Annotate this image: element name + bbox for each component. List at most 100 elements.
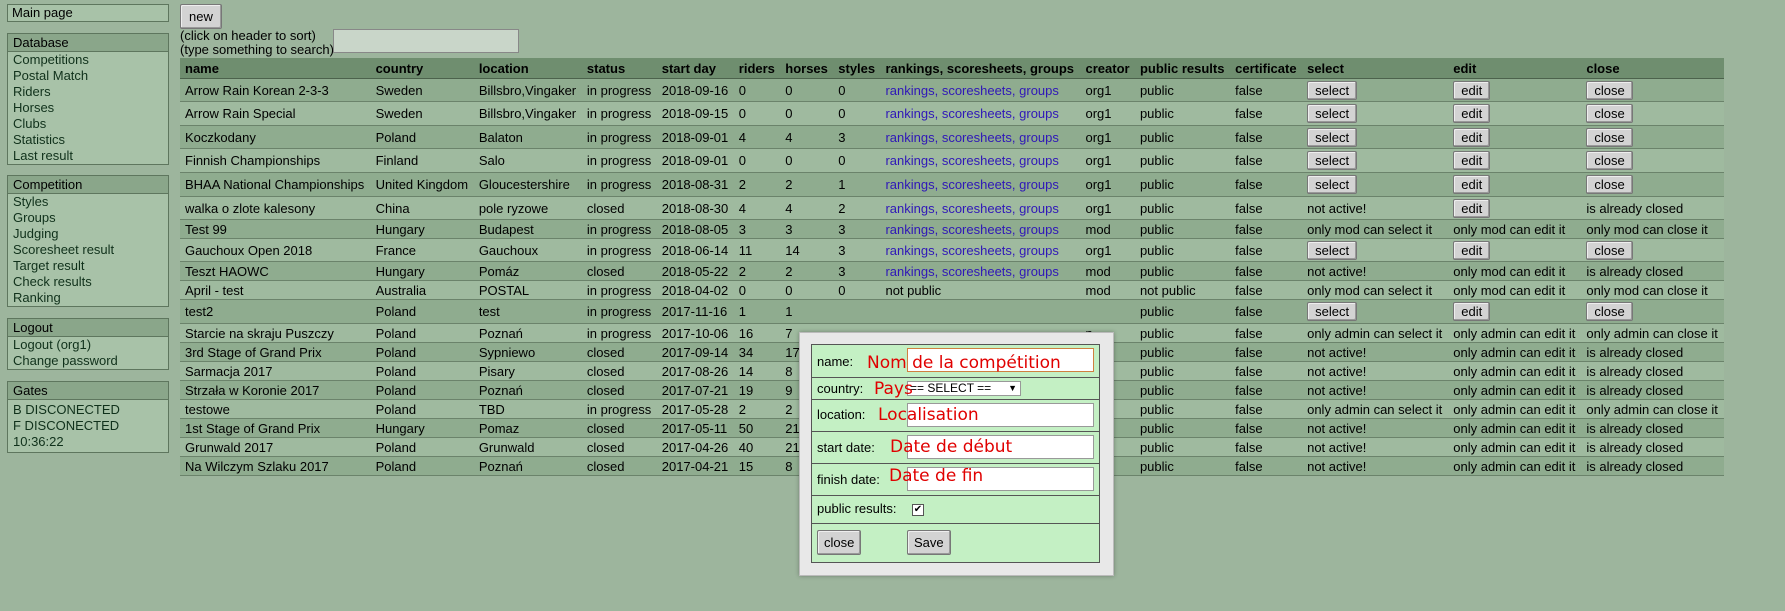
table-cell: rankings, scoresheets, groups xyxy=(880,148,1081,173)
table-cell: edit xyxy=(1448,125,1582,149)
sidebar-database-item-3[interactable]: Horses xyxy=(8,100,168,116)
finish-date-row: finish date: Date de fin xyxy=(812,464,1099,496)
table-cell: not active! xyxy=(1302,196,1449,220)
table-cell: false xyxy=(1230,148,1303,173)
sidebar-database-item-2[interactable]: Riders xyxy=(8,84,168,100)
table-cell: 2017-04-26 xyxy=(656,437,734,457)
select-button[interactable]: select xyxy=(1307,127,1358,147)
table-cell: edit xyxy=(1448,78,1582,102)
sidebar-database-item-1[interactable]: Postal Match xyxy=(8,68,168,84)
rankings-link[interactable]: rankings, scoresheets, groups xyxy=(885,264,1058,279)
table-cell: is already closed xyxy=(1581,437,1724,457)
new-competition-button[interactable]: new xyxy=(180,4,222,29)
save-button[interactable]: Save xyxy=(907,530,951,555)
table-cell: Billsbro,Vingaker xyxy=(473,78,582,102)
sidebar-competition-item-4[interactable]: Target result xyxy=(8,258,168,274)
edit-button[interactable]: edit xyxy=(1453,198,1491,218)
column-header[interactable]: certificate xyxy=(1230,58,1303,79)
column-header[interactable]: country xyxy=(370,58,474,79)
sidebar-logout-item-0[interactable]: Logout (org1) xyxy=(8,337,168,353)
column-header[interactable]: edit xyxy=(1448,58,1582,79)
column-header[interactable]: select xyxy=(1302,58,1449,79)
column-header[interactable]: styles xyxy=(833,58,881,79)
rankings-link[interactable]: rankings, scoresheets, groups xyxy=(885,243,1058,258)
close-button[interactable]: close xyxy=(1586,104,1633,123)
table-cell: only mod can select it xyxy=(1302,219,1449,239)
table-cell: 2018-08-05 xyxy=(656,219,734,239)
country-select[interactable]: == SELECT == ▼ xyxy=(907,381,1021,396)
table-cell: 1 xyxy=(733,299,781,324)
search-hint: (type something to search) xyxy=(180,42,334,57)
sidebar-competition-item-6[interactable]: Ranking xyxy=(8,290,168,306)
close-button[interactable]: close xyxy=(1586,240,1633,260)
close-button[interactable]: close xyxy=(1586,151,1633,170)
edit-button[interactable]: edit xyxy=(1453,240,1491,260)
table-row: Arrow Rain Korean 2-3-3 Sweden Billsbro,Vi… xyxy=(180,78,1724,102)
close-button[interactable]: close xyxy=(1586,80,1633,100)
column-header[interactable]: public results xyxy=(1134,58,1231,79)
table-row: test2 Poland test in progress 2017-11-16 1 1 pu… xyxy=(180,299,1724,324)
table-row: Teszt HAOWC Hungary Pomáz closed 2018-05-22 2… xyxy=(180,261,1724,281)
sidebar-competition-item-5[interactable]: Check results xyxy=(8,274,168,290)
edit-button[interactable]: edit xyxy=(1453,302,1491,321)
rankings-link[interactable]: rankings, scoresheets, groups xyxy=(885,130,1058,145)
table-cell: select xyxy=(1302,101,1449,126)
column-header[interactable]: creator xyxy=(1080,58,1135,79)
table-cell: 16 xyxy=(733,323,781,343)
close-dialog-button[interactable]: close xyxy=(817,530,862,555)
rankings-link[interactable]: rankings, scoresheets, groups xyxy=(885,177,1058,192)
select-button[interactable]: select xyxy=(1307,151,1358,170)
select-button[interactable]: select xyxy=(1307,302,1358,321)
column-header[interactable]: location xyxy=(473,58,582,79)
sidebar-database-item-5[interactable]: Statistics xyxy=(8,132,168,148)
table-cell: 2018-09-01 xyxy=(656,125,734,149)
edit-button[interactable]: edit xyxy=(1453,127,1491,147)
sidebar-database-item-0[interactable]: Competitions xyxy=(8,52,168,68)
table-row: Gauchoux Open 2018 France Gauchoux in progr… xyxy=(180,238,1724,262)
sidebar-competition-item-1[interactable]: Groups xyxy=(8,210,168,226)
select-button[interactable]: select xyxy=(1307,80,1358,100)
column-header[interactable]: close xyxy=(1581,58,1724,79)
table-cell: 14 xyxy=(780,238,834,262)
column-header[interactable]: name xyxy=(180,58,371,79)
select-button[interactable]: select xyxy=(1307,175,1358,194)
close-button[interactable]: close xyxy=(1586,175,1633,194)
column-header[interactable]: status xyxy=(581,58,657,79)
table-cell: in progress xyxy=(581,299,657,324)
table-cell: Grunwald xyxy=(473,437,582,457)
column-header[interactable]: start day xyxy=(656,58,734,79)
select-button[interactable]: select xyxy=(1307,104,1358,123)
table-cell: rankings, scoresheets, groups xyxy=(880,125,1081,149)
search-input[interactable] xyxy=(333,29,519,53)
sidebar-competition-item-3[interactable]: Scoresheet result xyxy=(8,242,168,258)
sidebar-competition-item-2[interactable]: Judging xyxy=(8,226,168,242)
table-cell: select xyxy=(1302,78,1449,102)
public-results-checkbox[interactable]: ✔ xyxy=(912,504,924,516)
table-cell: Teszt HAOWC xyxy=(180,261,371,281)
column-header[interactable]: horses xyxy=(780,58,834,79)
sidebar-logout-item-1[interactable]: Change password xyxy=(8,353,168,369)
close-button[interactable]: close xyxy=(1586,302,1633,321)
rankings-link[interactable]: rankings, scoresheets, groups xyxy=(885,83,1058,98)
table-cell: mod xyxy=(1080,219,1135,239)
select-button[interactable]: select xyxy=(1307,240,1358,260)
close-button[interactable]: close xyxy=(1586,127,1633,147)
logout-menu: Logout Logout (org1) Change password xyxy=(7,318,169,370)
rankings-link[interactable]: rankings, scoresheets, groups xyxy=(885,222,1058,237)
rankings-link[interactable]: rankings, scoresheets, groups xyxy=(885,153,1058,168)
column-header[interactable]: rankings, scoresheets, groups xyxy=(880,58,1081,79)
sidebar-competition-item-0[interactable]: Styles xyxy=(8,194,168,210)
column-header[interactable]: riders xyxy=(733,58,781,79)
rankings-link[interactable]: rankings, scoresheets, groups xyxy=(885,106,1058,121)
edit-button[interactable]: edit xyxy=(1453,151,1491,170)
table-cell: 14 xyxy=(733,361,781,381)
sidebar-database-item-4[interactable]: Clubs xyxy=(8,116,168,132)
table-cell: 2017-09-14 xyxy=(656,342,734,362)
table-cell: close xyxy=(1581,125,1724,149)
edit-button[interactable]: edit xyxy=(1453,175,1491,194)
edit-button[interactable]: edit xyxy=(1453,104,1491,123)
sidebar-main-page-link[interactable]: Main page xyxy=(7,4,169,22)
rankings-link[interactable]: rankings, scoresheets, groups xyxy=(885,201,1058,216)
edit-button[interactable]: edit xyxy=(1453,80,1491,100)
sidebar-database-item-6[interactable]: Last result xyxy=(8,148,168,164)
